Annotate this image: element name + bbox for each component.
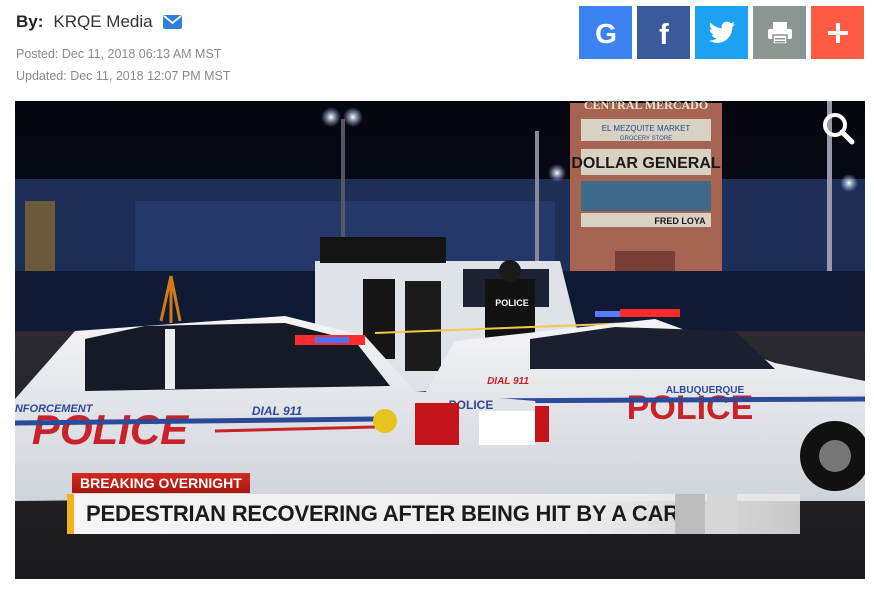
left-car-enforcement: ENFORCEMENT — [15, 403, 94, 415]
left-car-dial: DIAL 911 — [252, 404, 303, 418]
sign-dollar-general: DOLLAR GENERAL — [571, 155, 721, 172]
sign-market: EL MEZQUITE MARKET — [602, 124, 691, 133]
article-photo[interactable]: CENTRAL MERCADO EL MEZQUITE MARKET GROCE… — [15, 101, 865, 579]
print-icon — [767, 21, 792, 45]
twitter-icon — [708, 21, 735, 43]
zoom-icon[interactable] — [821, 111, 855, 145]
officer-vest-label: POLICE — [495, 298, 529, 308]
facebook-icon: f — [659, 19, 669, 48]
twitter-share-button[interactable] — [695, 6, 748, 59]
print-button[interactable] — [753, 6, 806, 59]
banner-accent-block — [675, 494, 705, 534]
google-share-button[interactable]: G — [579, 6, 632, 59]
envelope-icon[interactable] — [162, 15, 182, 29]
banner-accent-block — [707, 494, 737, 534]
more-share-button[interactable] — [811, 6, 864, 59]
author-name[interactable]: KRQE Media — [53, 12, 152, 32]
facebook-share-button[interactable]: f — [637, 6, 690, 59]
sign-fred-loya: FRED LOYA — [654, 216, 706, 226]
sign-grocery: GROCERY STORE — [620, 136, 672, 142]
headline-text: PEDESTRIAN RECOVERING AFTER BEING HIT BY… — [86, 501, 679, 526]
sign-central-mercado: CENTRAL MERCADO — [584, 101, 708, 112]
posted-date: Posted: Dec 11, 2018 06:13 AM MST — [16, 47, 222, 61]
svg-text:G: G — [595, 18, 617, 48]
svg-text:f: f — [659, 19, 669, 48]
updated-date: Updated: Dec 11, 2018 12:07 PM MST — [16, 69, 231, 83]
byline-label: By: — [16, 12, 44, 31]
byline: By: KRQE Media — [16, 10, 182, 34]
plus-icon — [827, 22, 848, 43]
google-icon: G — [595, 18, 617, 48]
share-buttons: G f — [579, 6, 864, 59]
right-car-city: ALBUQUERQUE — [666, 385, 745, 396]
right-car-dial: DIAL 911 — [487, 376, 529, 387]
breaking-label: BREAKING OVERNIGHT — [72, 473, 250, 493]
